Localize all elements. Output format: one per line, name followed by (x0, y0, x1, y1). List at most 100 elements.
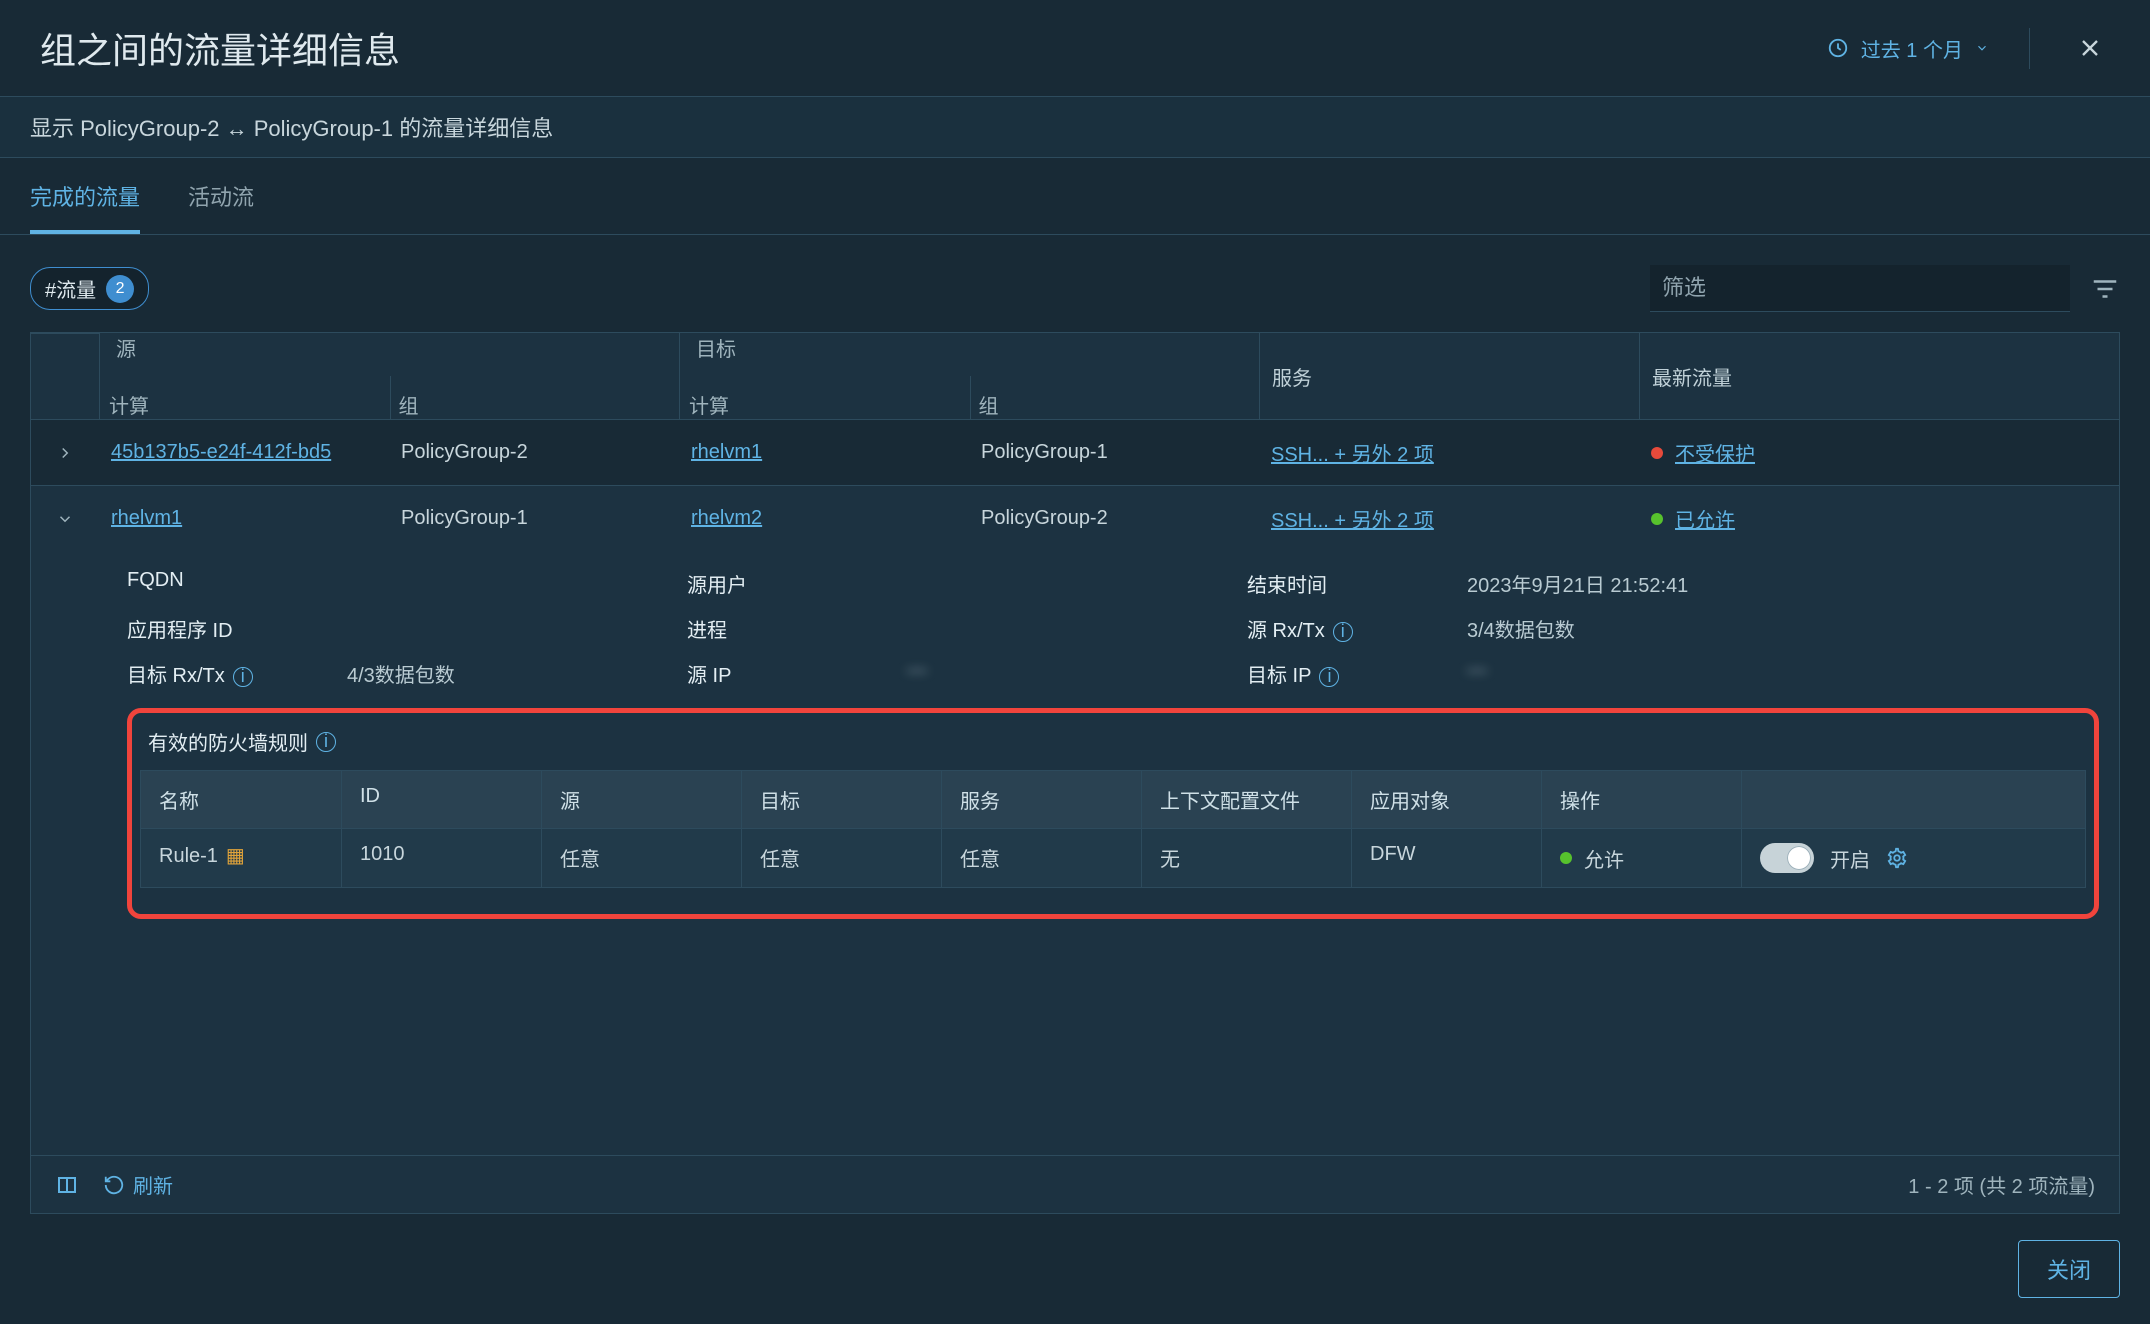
expand-button[interactable] (31, 426, 99, 480)
value-dst-rxtx: 4/3数据包数 (347, 659, 455, 688)
pagination-range: 1 - 2 项 (共 2 项流量) (1908, 1170, 2095, 1199)
status-cell: 不受保护 (1639, 420, 2119, 485)
column-group-source: 源 计算 组 (99, 333, 679, 419)
traffic-details-dialog: 组之间的流量详细信息 过去 1 个月 显示 PolicyGroup-2 ↔ Po… (0, 0, 2150, 1324)
rule-header-context: 上下文配置文件 (1141, 771, 1351, 828)
info-icon[interactable]: i (1319, 667, 1339, 687)
collapse-button[interactable] (31, 492, 99, 546)
action-dot-allow (1560, 852, 1572, 864)
header-target-compute: 计算 (680, 376, 970, 419)
header-target-group: 组 (970, 376, 1260, 419)
tab-completed-flows[interactable]: 完成的流量 (30, 158, 140, 234)
table-header: 源 计算 组 目标 计算 组 服务 最新流量 (31, 333, 2119, 419)
service-cell[interactable]: SSH... + 另外 2 项 (1259, 420, 1639, 485)
rule-target-cell: 任意 (741, 829, 941, 887)
label-dst-ip: 目标 IPi (1247, 659, 1437, 688)
chip-label: #流量 (45, 274, 96, 303)
table-row: 45b137b5-e24f-412f-bd5 PolicyGroup-2 rhe… (31, 419, 2119, 485)
info-icon[interactable]: i (1333, 622, 1353, 642)
flow-count-chip[interactable]: #流量 2 (30, 267, 149, 310)
close-icon[interactable] (2070, 34, 2110, 62)
header-latest: 最新流量 (1639, 333, 2119, 419)
dialog-titlebar: 组之间的流量详细信息 过去 1 个月 (0, 0, 2150, 97)
time-range-label: 过去 1 个月 (1861, 34, 1963, 63)
rule-source-cell: 任意 (541, 829, 741, 887)
rule-type-icon: ▦ (226, 845, 245, 867)
time-range-dropdown[interactable]: 过去 1 个月 (1827, 28, 2030, 69)
header-target: 目标 (688, 333, 1219, 376)
label-fqdn: FQDN (127, 569, 317, 598)
firewall-rules-title: 有效的防火墙规则 i (140, 721, 2086, 770)
firewall-rules-section: 有效的防火墙规则 i 名称 ID 源 目标 服务 上下文配置文件 应用对象 操作 (127, 708, 2099, 919)
rule-toggle-label: 开启 (1830, 844, 1870, 873)
value-end-time: 2023年9月21日 21:52:41 (1467, 569, 1688, 598)
value-src-rxtx: 3/4数据包数 (1467, 614, 1575, 643)
rules-table-header: 名称 ID 源 目标 服务 上下文配置文件 应用对象 操作 (141, 771, 2085, 828)
rule-header-action: 操作 (1541, 771, 1741, 828)
tab-active-flows[interactable]: 活动流 (188, 158, 254, 234)
source-compute-cell[interactable]: rhelvm1 (99, 489, 389, 548)
columns-icon[interactable] (55, 1173, 79, 1197)
close-button[interactable]: 关闭 (2018, 1240, 2120, 1298)
firewall-rules-table: 名称 ID 源 目标 服务 上下文配置文件 应用对象 操作 Rule-1▦ (140, 770, 2086, 888)
header-source-group: 组 (390, 376, 680, 419)
label-src-user: 源用户 (687, 569, 877, 598)
tabs: 完成的流量 活动流 (0, 158, 2150, 235)
rule-header-id: ID (341, 771, 541, 828)
clock-icon (1827, 37, 1849, 59)
status-dot-allowed (1651, 513, 1663, 525)
dialog-footer: 关闭 (0, 1214, 2150, 1324)
source-group-cell: PolicyGroup-1 (389, 489, 679, 548)
rule-header-toggle (1741, 771, 2085, 828)
refresh-button[interactable]: 刷新 (103, 1170, 173, 1199)
value-src-ip: — (907, 659, 927, 688)
table-footer: 刷新 1 - 2 项 (共 2 项流量) (31, 1155, 2119, 1213)
dialog-title: 组之间的流量详细信息 (40, 22, 400, 74)
rule-header-applied-to: 应用对象 (1351, 771, 1541, 828)
filter-input[interactable] (1650, 265, 2070, 312)
label-dst-rxtx: 目标 Rx/Txi (127, 659, 317, 688)
rule-enabled-toggle[interactable] (1760, 843, 1814, 873)
table-body: 45b137b5-e24f-412f-bd5 PolicyGroup-2 rhe… (31, 419, 2119, 1155)
status-dot-unprotected (1651, 447, 1663, 459)
details-grid: FQDN 源用户 结束时间 2023年9月21日 21:52:41 应用程序 ID… (31, 559, 2119, 708)
filter-icon[interactable] (2090, 274, 2120, 304)
flows-table: 源 计算 组 目标 计算 组 服务 最新流量 (30, 332, 2120, 1214)
chevron-down-icon (1975, 41, 1989, 55)
label-app-id: 应用程序 ID (127, 614, 317, 643)
rule-header-target: 目标 (741, 771, 941, 828)
target-group-cell: PolicyGroup-1 (969, 423, 1259, 482)
chip-count: 2 (106, 275, 134, 303)
rule-id-cell: 1010 (341, 829, 541, 887)
refresh-label: 刷新 (133, 1170, 173, 1199)
rule-toggle-cell: 开启 (1741, 829, 2085, 887)
rule-context-cell: 无 (1141, 829, 1351, 887)
table-row: rhelvm1 PolicyGroup-1 rhelvm2 PolicyGrou… (31, 485, 2119, 551)
info-icon[interactable]: i (316, 732, 336, 752)
status-cell: 已允许 (1639, 486, 2119, 551)
row-details-panel: FQDN 源用户 结束时间 2023年9月21日 21:52:41 应用程序 ID… (31, 551, 2119, 919)
rule-header-name: 名称 (141, 771, 341, 828)
target-group-cell: PolicyGroup-2 (969, 489, 1259, 548)
rule-header-service: 服务 (941, 771, 1141, 828)
source-group-cell: PolicyGroup-2 (389, 423, 679, 482)
header-source: 源 (108, 333, 639, 376)
target-compute-cell[interactable]: rhelvm2 (679, 489, 969, 548)
service-cell[interactable]: SSH... + 另外 2 项 (1259, 486, 1639, 551)
status-link[interactable]: 已允许 (1675, 504, 1735, 533)
label-end-time: 结束时间 (1247, 569, 1437, 598)
status-link[interactable]: 不受保护 (1675, 438, 1755, 467)
target-compute-cell[interactable]: rhelvm1 (679, 423, 969, 482)
info-icon[interactable]: i (233, 667, 253, 687)
rule-action-cell: 允许 (1541, 829, 1741, 887)
label-src-ip: 源 IP (687, 659, 877, 688)
rule-action-label: 允许 (1584, 844, 1624, 873)
filter-bar: #流量 2 (0, 235, 2150, 332)
source-compute-cell[interactable]: 45b137b5-e24f-412f-bd5 (99, 423, 389, 482)
rule-service-cell: 任意 (941, 829, 1141, 887)
value-dst-ip: — (1467, 659, 1487, 688)
expand-column-header (31, 333, 99, 419)
header-service: 服务 (1259, 333, 1639, 419)
header-source-compute: 计算 (100, 376, 390, 419)
gear-icon[interactable] (1886, 847, 1908, 869)
